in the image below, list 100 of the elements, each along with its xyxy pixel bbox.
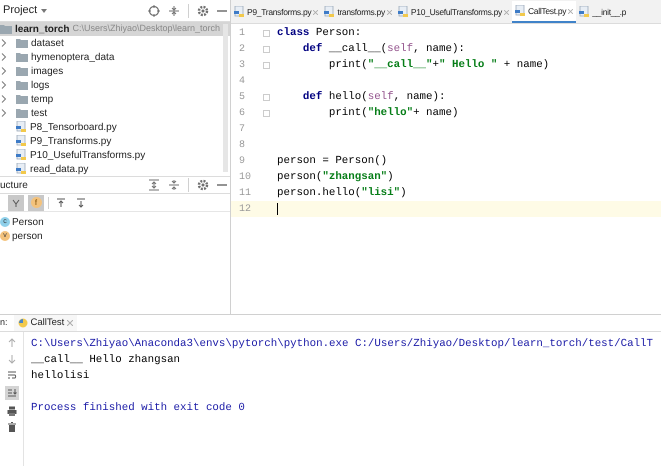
python-file-icon xyxy=(234,6,245,18)
sort-toggle[interactable] xyxy=(8,194,24,210)
folder-icon xyxy=(16,108,28,118)
line-number: 4 xyxy=(238,74,246,88)
chevron-icon[interactable] xyxy=(0,67,7,75)
python-file-icon xyxy=(16,121,27,133)
tree-label: images xyxy=(31,64,64,78)
scrollbar[interactable] xyxy=(223,24,228,172)
tab-label: transforms.py xyxy=(337,6,385,18)
editor-tab[interactable]: transforms.py xyxy=(321,1,395,23)
code-line: class Person: xyxy=(277,26,362,41)
project-path: C:\Users\Zhiyao\Desktop\learn_torch xyxy=(72,22,220,36)
editor-tab[interactable]: P9_Transforms.py xyxy=(231,1,322,23)
tree-label: logs xyxy=(31,78,50,92)
dropdown-caret-icon[interactable] xyxy=(41,8,48,12)
arrow-down-icon xyxy=(76,198,86,208)
scroll-to-end-icon[interactable] xyxy=(4,386,18,400)
collapse-icon[interactable] xyxy=(168,4,180,16)
trash-icon[interactable] xyxy=(6,422,16,432)
line-number: 8 xyxy=(238,138,246,152)
tree-item[interactable]: read_data.py xyxy=(0,162,230,176)
line-number: 1 xyxy=(238,26,246,40)
tree-item[interactable]: hymenoptera_data xyxy=(0,50,230,64)
tree-label: hymenoptera_data xyxy=(31,50,114,64)
tree-row[interactable]: learn_torch C:\Users\Zhiyao\Desktop\learn_torch xyxy=(0,22,230,36)
chevron-icon[interactable] xyxy=(0,95,7,103)
editor-tab[interactable]: __init__.p xyxy=(576,1,630,23)
expand-all-icon[interactable] xyxy=(148,179,160,191)
folder-icon xyxy=(16,38,28,48)
code-line: print("__call__"+" Hello " + name) xyxy=(328,58,550,73)
print-icon[interactable] xyxy=(6,406,16,416)
fold-marker-icon[interactable] xyxy=(262,94,270,100)
fold-marker-icon[interactable] xyxy=(262,110,270,116)
fold-marker-icon[interactable] xyxy=(262,46,270,52)
editor-tab[interactable]: CallTest.py xyxy=(512,1,576,23)
soft-wrap-icon[interactable] xyxy=(6,370,16,380)
tree-label: test xyxy=(31,106,48,120)
fold-marker-icon[interactable] xyxy=(262,30,270,36)
chevron-icon[interactable] xyxy=(0,109,7,117)
line-number: 7 xyxy=(238,122,246,136)
python-file-icon xyxy=(16,163,27,175)
line-number: 5 xyxy=(238,90,246,104)
code-line: print("hello"+ name) xyxy=(328,106,458,121)
tree-label: read_data.py xyxy=(30,162,88,176)
run-tab[interactable]: CallTest xyxy=(14,315,78,331)
python-file-icon xyxy=(16,149,27,161)
tree-label: dataset xyxy=(31,36,64,50)
fold-marker-icon[interactable] xyxy=(262,62,270,68)
python-file-icon xyxy=(514,5,526,17)
python-file-icon xyxy=(16,135,27,147)
target-icon[interactable] xyxy=(148,4,160,16)
settings-icon[interactable] xyxy=(197,179,209,191)
editor-tab[interactable]: P10_UsefulTransforms.py xyxy=(394,1,512,23)
tree-item[interactable]: dataset xyxy=(0,36,230,50)
panel-title: ucture xyxy=(0,178,28,192)
panel-label: n: xyxy=(0,316,8,330)
tree-item[interactable]: P8_Tensorboard.py xyxy=(0,120,230,134)
line-number: 12 xyxy=(238,202,252,216)
item-label: Person xyxy=(12,216,44,230)
folder-icon xyxy=(16,66,28,76)
tree-item[interactable]: P10_UsefulTransforms.py xyxy=(0,148,230,162)
tab-label: __init__.p xyxy=(592,6,626,18)
code-line: person.hello("lisi") xyxy=(277,186,407,201)
python-icon xyxy=(18,318,28,328)
code-line: person("zhangsan") xyxy=(277,170,394,185)
folder-icon xyxy=(16,52,28,62)
arrow-up-icon xyxy=(56,198,66,208)
panel-title[interactable]: Project xyxy=(3,2,38,19)
tree-item[interactable]: test xyxy=(0,106,230,120)
console-line: __call__ Hello zhangsan xyxy=(31,353,182,368)
tree-label: temp xyxy=(31,92,54,106)
code-line: person = Person() xyxy=(277,154,388,169)
line-number: 9 xyxy=(238,154,246,168)
close-icon[interactable] xyxy=(568,8,574,14)
chevron-icon[interactable] xyxy=(0,81,7,89)
settings-icon[interactable] xyxy=(197,4,209,16)
tree-item[interactable]: P9_Transforms.py xyxy=(0,134,230,148)
arrow-down-icon[interactable] xyxy=(6,354,16,364)
collapse-all-icon[interactable] xyxy=(168,179,180,191)
tree-item[interactable]: images xyxy=(0,64,230,78)
text-cursor xyxy=(277,203,278,215)
tab-label: CallTest.py xyxy=(528,4,566,18)
console-line: C:\Users\Zhiyao\Anaconda3\envs\pytorch\python.exe C:/Users/Zhiyao/Desktop/learn_torch/test/CallT xyxy=(31,337,654,352)
python-file-icon xyxy=(398,6,409,18)
console-line: hellolisi xyxy=(31,369,90,384)
python-file-icon xyxy=(324,6,336,18)
console-line: Process finished with exit code 0 xyxy=(31,401,246,416)
tree-item[interactable]: temp xyxy=(0,92,230,106)
tree-item[interactable]: logs xyxy=(0,78,230,92)
arrow-up-icon[interactable] xyxy=(6,338,16,348)
folder-icon xyxy=(16,94,28,104)
chevron-icon[interactable] xyxy=(0,39,7,47)
tab-label: P10_UsefulTransforms.py xyxy=(410,6,502,18)
line-number: 11 xyxy=(238,186,252,200)
line-number: 6 xyxy=(238,106,246,120)
folder-icon xyxy=(16,80,28,90)
chevron-icon[interactable] xyxy=(0,53,7,61)
tab-label: P9_Transforms.py xyxy=(247,6,312,18)
tree-label: P9_Transforms.py xyxy=(30,134,112,148)
code-line: def hello(self, name): xyxy=(302,90,446,105)
